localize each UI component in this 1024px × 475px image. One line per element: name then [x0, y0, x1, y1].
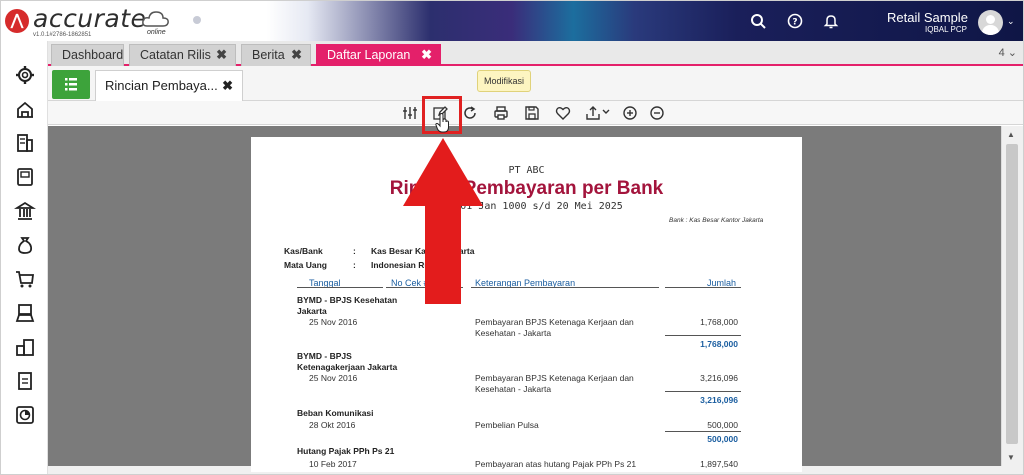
scroll-up-icon[interactable]: ▲	[1007, 130, 1015, 139]
tab-daftar-laporan[interactable]: Daftar Laporan ✖	[316, 44, 441, 66]
row-desc: Pembelian Pulsa	[475, 420, 539, 430]
report-list-button[interactable]	[52, 70, 90, 99]
currency-label: Mata Uang	[284, 260, 327, 270]
help-icon[interactable]: ?	[787, 13, 803, 29]
col-underline	[665, 287, 741, 288]
zoom-in-icon[interactable]	[622, 105, 638, 121]
kasbank-sep: :	[353, 246, 356, 256]
hand-cursor-icon	[435, 113, 449, 133]
row-amount: 1,768,000	[700, 317, 738, 327]
row-amount: 500,000	[707, 420, 738, 430]
group-name: BYMD - BPJS Kesehatan Jakarta	[297, 295, 398, 316]
favorite-icon[interactable]	[555, 105, 571, 121]
row-date: 25 Nov 2016	[309, 317, 358, 327]
row-desc: Pembayaran BPJS Ketenaga Kerjaan dan Kes…	[475, 317, 634, 338]
accurate-logo-icon[interactable]: ⋀	[5, 9, 29, 33]
sidebar	[1, 41, 48, 474]
user-company: IQBAL PCP	[925, 25, 967, 34]
total-line	[665, 431, 741, 432]
filter-icon[interactable]	[402, 105, 418, 121]
main-tab-bar: Dashboard Catatan Rilis ✖ Berita ✖ Dafta…	[48, 41, 1023, 66]
report-icon[interactable]	[14, 404, 36, 426]
zoom-out-icon[interactable]	[649, 105, 665, 121]
group-name: Hutang Pajak PPh Ps 21	[297, 446, 395, 456]
close-icon[interactable]: ✖	[421, 45, 432, 65]
tab-count-dropdown[interactable]: 4 ⌄	[999, 46, 1017, 59]
col-underline	[471, 287, 659, 288]
chevron-down-icon[interactable]: ⌄	[1007, 16, 1015, 27]
tax-icon[interactable]	[14, 370, 36, 392]
tab-dashboard[interactable]: Dashboard	[51, 44, 124, 66]
tab-label: Berita	[252, 48, 285, 62]
settings-icon[interactable]	[14, 64, 36, 86]
report-period: Dari 01 Jan 1000 s/d 20 Mei 2025	[430, 201, 623, 212]
cloud-logo-icon	[142, 11, 169, 27]
tab-catatan-rilis[interactable]: Catatan Rilis ✖	[129, 44, 236, 66]
row-amount: 1,897,540	[700, 459, 738, 469]
user-name[interactable]: Retail Sample	[887, 10, 968, 25]
bank-icon[interactable]	[14, 200, 36, 222]
search-icon[interactable]	[750, 13, 766, 29]
close-icon[interactable]: ✖	[291, 45, 302, 65]
tooltip-modifikasi: Modifikasi	[477, 70, 531, 92]
tab-label: Catatan Rilis	[140, 48, 211, 62]
report-page: PT ABC Rincian Pembayaran per Bank Dari …	[251, 137, 802, 472]
version-text: v1.0.1#2786-1862851	[33, 32, 92, 38]
tab-label: Daftar Laporan	[327, 48, 411, 62]
row-date: 10 Feb 2017	[309, 459, 357, 469]
report-toolbar	[48, 101, 1023, 125]
vertical-scrollbar[interactable]: ▲ ▼	[1001, 126, 1023, 466]
brand-name[interactable]: accurate	[33, 4, 146, 33]
group-total: 1,768,000	[700, 339, 738, 349]
cart-icon[interactable]	[14, 268, 36, 290]
group-name: BYMD - BPJS Ketenagakerjaan Jakarta	[297, 351, 398, 372]
print-icon[interactable]	[493, 105, 509, 121]
report-company: PT ABC	[508, 165, 545, 176]
group-name: Beban Komunikasi	[297, 408, 374, 418]
refresh-icon[interactable]	[462, 105, 478, 121]
export-icon[interactable]	[585, 105, 611, 121]
currency-sep: :	[353, 260, 356, 270]
total-line	[665, 391, 741, 392]
close-icon[interactable]: ✖	[216, 45, 227, 65]
row-amount: 3,216,096	[700, 373, 738, 383]
list-icon	[65, 78, 77, 91]
scroll-down-icon[interactable]: ▼	[1007, 453, 1015, 462]
ledger-icon[interactable]	[14, 132, 36, 154]
close-icon[interactable]: ✖	[222, 71, 233, 101]
report-title: Rincian Pembayaran per Bank	[389, 178, 664, 199]
save-icon[interactable]	[524, 105, 540, 121]
status-dot	[193, 16, 201, 24]
sub-tab-bar: Rincian Pembaya... ✖ Modifikasi	[48, 66, 1023, 101]
group-total: 500,000	[707, 434, 738, 444]
report-bank-note: Bank : Kas Besar Kantor Jakarta	[669, 217, 764, 224]
col-underline	[297, 287, 383, 288]
bell-icon[interactable]	[823, 13, 839, 29]
group-total: 3,216,096	[700, 395, 738, 405]
row-desc: Pembayaran BPJS Ketenaga Kerjaan dan Kes…	[475, 373, 634, 394]
tab-label: Dashboard	[62, 48, 124, 62]
inventory-icon[interactable]	[14, 336, 36, 358]
row-date: 28 Okt 2016	[309, 420, 356, 430]
svg-text:?: ?	[792, 18, 797, 28]
sales-icon[interactable]	[14, 302, 36, 324]
kasbank-label: Kas/Bank	[284, 246, 323, 256]
app-window: ⋀ accurate online v1.0.1#2786-1862851 ? …	[0, 0, 1024, 475]
top-header: ⋀ accurate online v1.0.1#2786-1862851 ? …	[1, 1, 1023, 41]
tab-berita[interactable]: Berita ✖	[241, 44, 311, 66]
brand-sub: online	[147, 29, 166, 36]
company-icon[interactable]	[14, 98, 36, 120]
book-icon[interactable]	[14, 166, 36, 188]
row-date: 25 Nov 2016	[309, 373, 358, 383]
tab-rincian-pembayaran[interactable]: Rincian Pembaya... ✖	[95, 70, 243, 101]
subtab-label: Rincian Pembaya...	[105, 78, 218, 93]
avatar[interactable]	[978, 10, 1003, 35]
red-arrow-annotation	[403, 138, 483, 304]
total-line	[665, 335, 741, 336]
scroll-thumb[interactable]	[1006, 144, 1018, 444]
money-bag-icon[interactable]	[14, 234, 36, 256]
